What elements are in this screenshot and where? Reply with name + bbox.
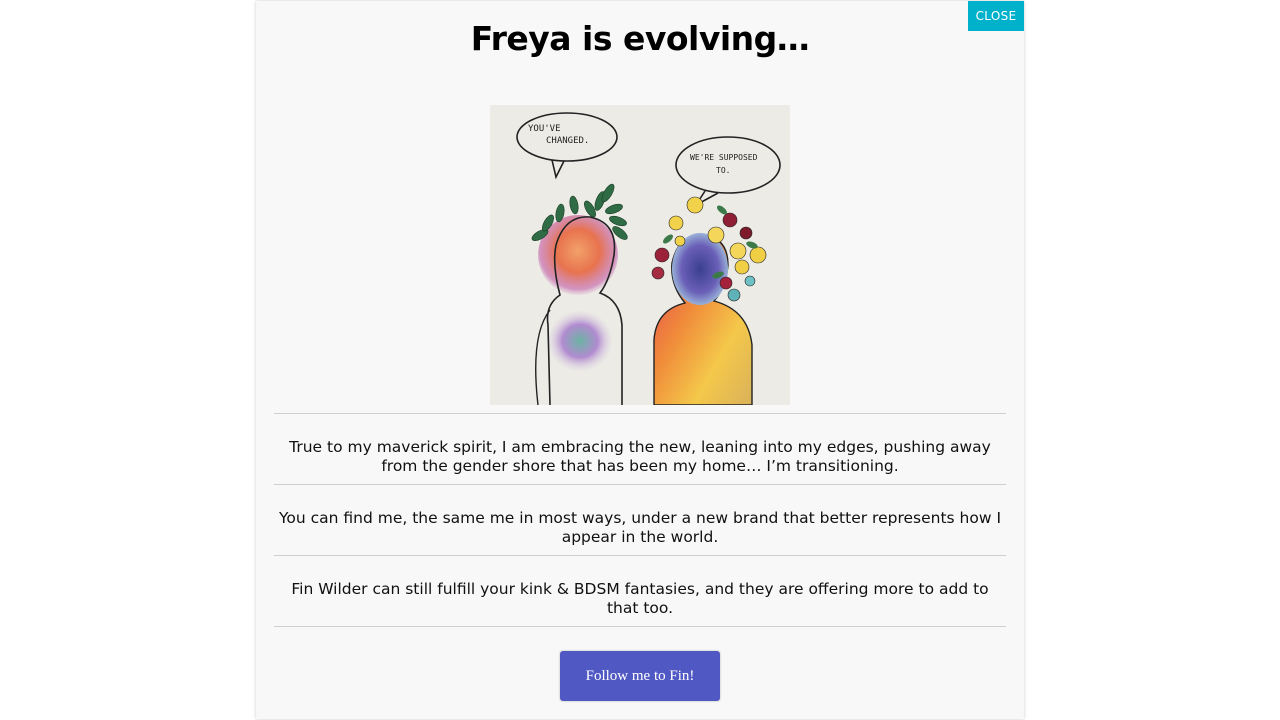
divider <box>274 413 1006 414</box>
modal-title: Freya is evolving… <box>470 19 810 58</box>
left-figure <box>531 183 628 405</box>
right-figure <box>651 196 767 405</box>
bubble-left-line1: YOU'VE <box>528 124 561 134</box>
paragraph-transitioning: True to my maverick spirit, I am embraci… <box>289 438 991 475</box>
follow-me-button[interactable]: Follow me to Fin! <box>560 651 720 701</box>
divider <box>274 555 1006 556</box>
bubble-right-line2: TO. <box>716 166 730 175</box>
paragraph-fin-wilder: Fin Wilder can still fulfill your kink &… <box>291 580 989 617</box>
divider <box>274 484 1006 485</box>
paragraph-new-brand: You can find me, the same me in most way… <box>278 509 1002 546</box>
artwork-image: YOU'VE CHANGED. WE'RE SUPPOSED TO. <box>490 105 790 405</box>
bubble-right-line1: WE'RE SUPPOSED <box>690 153 758 162</box>
bubble-left-line2: CHANGED. <box>546 136 589 146</box>
popup-modal: CLOSE Freya is evolving… YOU'VE CHANGED.… <box>256 1 1024 719</box>
divider <box>274 626 1006 627</box>
